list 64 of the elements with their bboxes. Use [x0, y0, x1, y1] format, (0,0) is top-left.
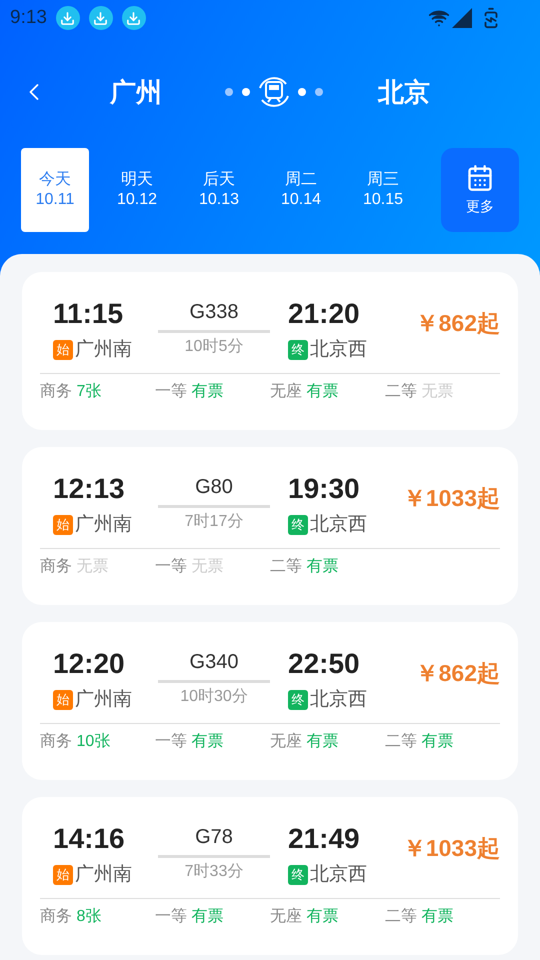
duration: 10时5分 — [184, 336, 244, 357]
seat-availability: 一等 有票 — [155, 382, 224, 402]
end-tag: 终 — [288, 340, 308, 360]
departure-time: 12:13 — [53, 473, 126, 505]
departure-time: 11:15 — [53, 298, 124, 330]
seat-availability: 二等 有票 — [385, 906, 454, 926]
seat-availability: 二等 有票 — [385, 732, 454, 752]
date-tab[interactable]: 今天 10.11 — [21, 148, 89, 232]
duration: 7时17分 — [184, 512, 244, 532]
departure-time: 12:20 — [53, 648, 126, 680]
start-tag: 始 — [53, 690, 73, 710]
arrival-station: 北京西 — [310, 688, 367, 712]
arrival-station: 北京西 — [310, 863, 367, 887]
download-icon — [122, 6, 146, 30]
arrival-time: 22:50 — [288, 648, 361, 680]
start-tag: 始 — [53, 865, 73, 886]
date-tab[interactable]: 后天 10.13 — [185, 148, 253, 232]
departure-station: 广州南 — [75, 863, 132, 887]
departure-station: 广州南 — [75, 688, 132, 712]
start-tag: 始 — [53, 515, 73, 536]
departure-station: 广州南 — [75, 513, 132, 537]
arrival-time: 21:49 — [288, 823, 361, 855]
download-icon — [88, 6, 113, 30]
seat-availability: 无座 有票 — [270, 906, 340, 926]
seat-availability: 一等 有票 — [155, 906, 224, 926]
price: ￥1033起 — [402, 484, 500, 513]
seat-availability: 二等 有票 — [270, 556, 340, 576]
seat-availability: 商务 8张 — [40, 906, 102, 926]
date-tab[interactable]: 周二 10.14 — [267, 148, 335, 232]
duration: 7时33分 — [184, 862, 244, 882]
seat-availability: 无座 有票 — [270, 732, 340, 752]
date-tab[interactable]: 周三 10.15 — [349, 148, 417, 232]
start-tag: 始 — [53, 340, 73, 360]
train-number: G80 — [195, 475, 233, 500]
price: ￥1033起 — [402, 834, 500, 863]
departure-station: 广州南 — [75, 338, 132, 362]
price: ￥862起 — [416, 659, 500, 688]
arrival-station: 北京西 — [310, 513, 367, 537]
arrival-time: 19:30 — [288, 473, 361, 505]
seat-availability: 一等 有票 — [155, 732, 224, 752]
arrival-time: 21:20 — [288, 298, 361, 330]
end-tag: 终 — [288, 515, 308, 536]
more-dates-button[interactable]: 更多 — [441, 148, 519, 232]
seat-availability: 无座 有票 — [270, 382, 340, 402]
train-card[interactable]: 14:16 始 广州南 G78 7时33分 21:49 终 北京西 ￥1033起 商务 8张 一等 有票 无座 有票 二等 有票 — [22, 797, 518, 955]
status-time: 9:13 — [10, 6, 47, 30]
calendar-icon — [466, 164, 494, 192]
train-card[interactable]: 12:20 始 广州南 G340 10时30分 22:50 终 北京西 ￥862起 商务 10张 一等 有票 无座 有票 二等 有票 — [22, 622, 518, 780]
seat-availability: 商务 7张 — [40, 382, 102, 402]
end-tag: 终 — [288, 690, 308, 710]
train-number: G78 — [195, 825, 233, 850]
price: ￥862起 — [416, 309, 500, 338]
train-number: G340 — [190, 650, 238, 675]
download-icon — [56, 6, 80, 30]
origin-city: 广州 — [110, 76, 163, 108]
duration: 10时30分 — [180, 686, 248, 707]
seat-availability: 商务 10张 — [40, 732, 112, 752]
date-tab[interactable]: 明天 10.12 — [103, 148, 171, 232]
arrival-station: 北京西 — [310, 338, 367, 362]
train-number: G338 — [190, 300, 238, 325]
signal-icon — [452, 8, 472, 28]
departure-time: 14:16 — [53, 823, 126, 855]
end-tag: 终 — [288, 865, 308, 886]
destination-city: 北京 — [378, 76, 430, 108]
